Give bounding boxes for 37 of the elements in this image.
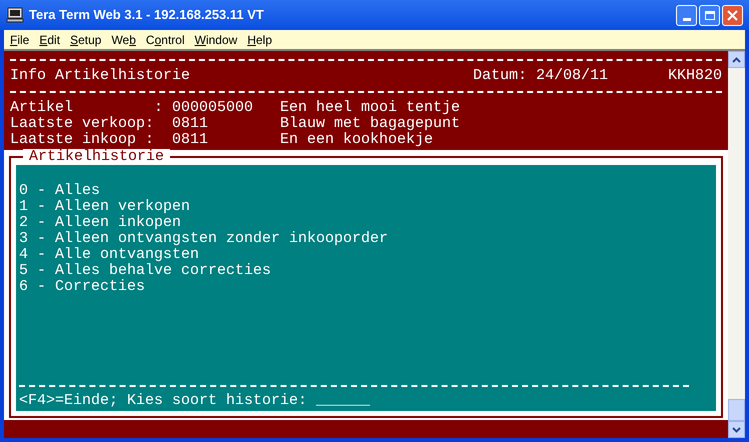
menu-option: 6 - Correcties (19, 279, 713, 295)
program-code: KKH820 (668, 68, 722, 84)
scroll-thumb[interactable] (728, 399, 745, 421)
info-description: Een heel mooi tentje (280, 100, 460, 116)
date-label: Datum: 24/08/11 (472, 68, 608, 84)
menu-option: 1 - Alleen verkopen (19, 199, 713, 215)
menu-item[interactable]: Setup (65, 30, 106, 48)
minimize-button[interactable] (676, 4, 697, 26)
menu-item[interactable]: Window (190, 30, 242, 48)
terminal-icon (6, 7, 24, 23)
menu-option: 0 - Alles (19, 183, 713, 199)
menu-item[interactable]: Help (242, 30, 277, 48)
info-value: 0811 (171, 116, 210, 132)
menu-option: 4 - Alle ontvangsten (19, 247, 713, 263)
window-title: Tera Term Web 3.1 - 192.168.253.11 VT (29, 6, 264, 24)
menu-option: 5 - Alles behalve correcties (19, 263, 713, 279)
info-value: 0811 (171, 132, 210, 148)
input-field[interactable]: ______ (316, 393, 370, 409)
scroll-up-button[interactable] (728, 51, 745, 68)
close-button[interactable] (722, 4, 743, 26)
menu-item[interactable]: Web (106, 30, 141, 48)
menu-item[interactable]: Edit (34, 30, 66, 48)
menu-option: 3 - Alleen ontvangsten zonder inkooporder (19, 231, 713, 247)
info-label: Laatste verkoop: (10, 116, 156, 132)
scroll-down-button[interactable] (728, 421, 745, 438)
info-value: 000005000 (171, 100, 254, 116)
info-description: Blauw met bagagepunt (280, 116, 460, 132)
menu-item[interactable]: File (5, 30, 34, 48)
close-icon (727, 10, 738, 20)
menu-option: 2 - Alleen inkopen (19, 215, 713, 231)
info-description: En een kookhoekje (280, 132, 434, 148)
maximize-button[interactable] (699, 4, 720, 26)
info-label: Artikel : (10, 100, 163, 116)
info-label: Laatste inkoop : (10, 132, 156, 148)
screen-title: Info Artikelhistorie (10, 68, 190, 84)
menu-item[interactable]: Control (140, 30, 190, 48)
prompt-text: <F4>=Einde; Kies soort historie: (19, 393, 308, 409)
